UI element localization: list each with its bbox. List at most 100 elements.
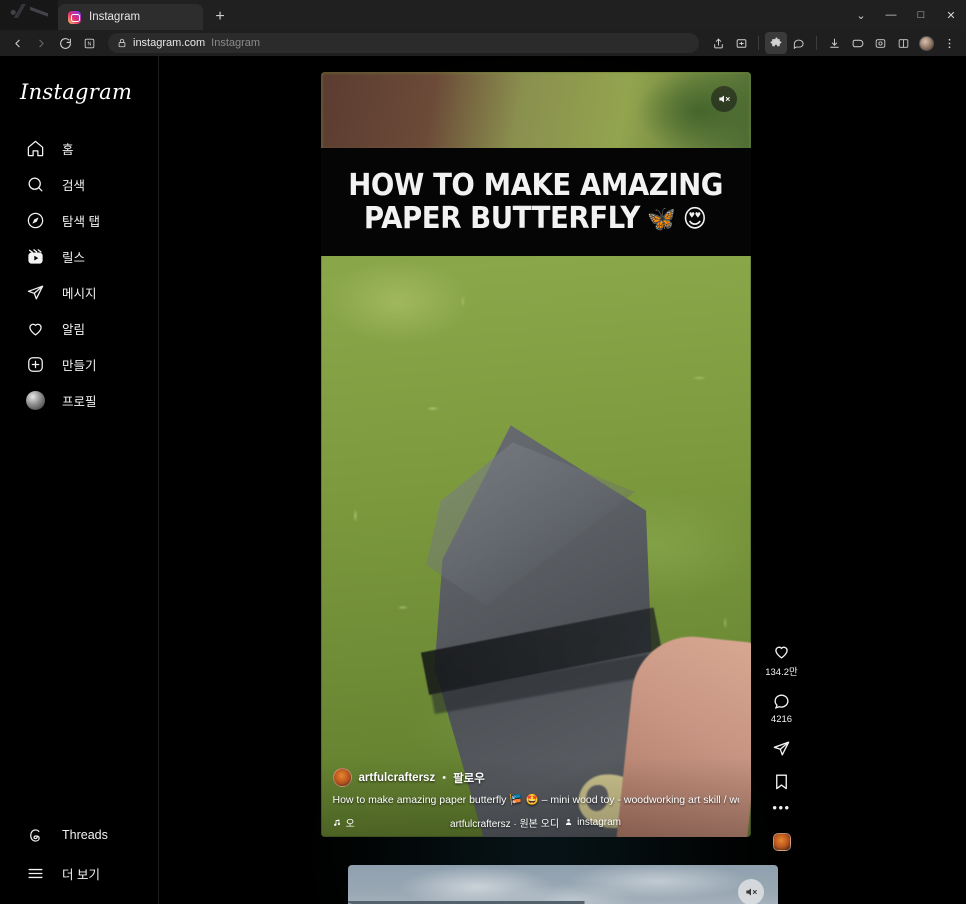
profile-avatar[interactable]	[915, 32, 937, 54]
tab-actions-chevron-icon[interactable]: ⌄	[846, 0, 876, 30]
heart-icon	[772, 642, 791, 661]
like-action[interactable]: 134.2만	[765, 642, 798, 678]
username-separator: •	[442, 771, 447, 784]
refresh-icon[interactable]	[54, 32, 76, 54]
hamburger-icon	[24, 862, 46, 884]
audio-thumbnail-action[interactable]	[772, 825, 791, 851]
paper-plane-icon	[772, 739, 791, 758]
more-action[interactable]: •••	[772, 800, 791, 815]
close-button[interactable]: ✕	[936, 0, 966, 30]
svg-text:N: N	[87, 41, 91, 47]
clouds	[347, 865, 778, 904]
browser-tab-instagram[interactable]: Instagram	[58, 4, 203, 30]
toolbar-divider-2	[816, 36, 817, 50]
sidebar-item-create[interactable]: 만들기	[8, 346, 150, 382]
browser-window: Instagram + ⌄ — □ ✕ N instagram.com Inst…	[0, 0, 966, 904]
split-screen-icon[interactable]	[892, 32, 914, 54]
toolbar-divider	[758, 36, 759, 50]
new-tab-button[interactable]: +	[207, 4, 233, 30]
follow-button[interactable]: 팔로우	[453, 770, 485, 786]
instagram-logo[interactable]: Instagram	[0, 74, 158, 130]
copilot-icon[interactable]	[788, 32, 810, 54]
screenshot-icon[interactable]	[869, 32, 891, 54]
sidebar-item-home[interactable]: 홈	[8, 130, 150, 166]
save-action[interactable]	[772, 772, 791, 791]
titlebar-decoration	[0, 0, 58, 30]
bookmark-icon	[772, 772, 791, 791]
comment-action[interactable]: 4216	[771, 692, 792, 725]
avatar[interactable]	[332, 768, 352, 788]
caption-rest: – mini wood toy - woodworking art skill …	[541, 794, 739, 807]
sidebar-item-messages[interactable]: 메시지	[8, 274, 150, 310]
page-content: Instagram 홈 검색 탐색 탭 릴스 메시지 알림 만들기 프로필 Th…	[0, 56, 966, 904]
maximize-button[interactable]: □	[906, 0, 936, 30]
instagram-sidebar: Instagram 홈 검색 탐색 탭 릴스 메시지 알림 만들기 프로필 Th…	[0, 56, 159, 904]
reel-action-rail: 134.2만 4216 •••	[759, 72, 805, 851]
sidebar-item-reels[interactable]: 릴스	[8, 238, 150, 274]
mute-button[interactable]	[710, 86, 737, 112]
sidebar-item-search[interactable]: 검색	[8, 166, 150, 202]
tab-strip: Instagram +	[58, 0, 233, 30]
sidebar-item-threads[interactable]: Threads	[8, 816, 150, 854]
reel-audio-row[interactable]: 오 artfulcraftersz · 원본 오디 instagram	[333, 815, 739, 830]
sidebar-label-notifications: 알림	[62, 322, 86, 337]
share-icon[interactable]	[707, 32, 729, 54]
reel-user-row: artfulcraftersz • 팔로우	[332, 768, 739, 788]
caption-emoji-1: 🎏	[509, 794, 523, 807]
settings-menu-icon[interactable]	[938, 32, 960, 54]
sidebar-item-notifications[interactable]: 알림	[8, 310, 150, 346]
collections-icon[interactable]	[730, 32, 752, 54]
reel-caption: How to make amazing paper butterfly 🎏 🤩 …	[333, 794, 739, 808]
heart-icon	[24, 317, 46, 339]
reel-item: HOW TO MAKE AMAZING PAPER BUTTERFLY 🦋 😍	[320, 72, 805, 851]
profile-avatar-image	[25, 390, 45, 410]
instagram-favicon	[68, 10, 81, 24]
share-action[interactable]	[772, 739, 791, 758]
minimize-button[interactable]: —	[876, 0, 906, 30]
reading-mode-icon[interactable]: N	[78, 32, 100, 54]
sidebar-bottom-list: Threads 더 보기	[0, 816, 158, 892]
compass-icon	[24, 209, 46, 231]
address-bar[interactable]: instagram.com Instagram	[108, 33, 699, 53]
reel-username[interactable]: artfulcraftersz	[359, 772, 436, 784]
reel-item-next[interactable]	[347, 865, 778, 904]
like-count: 134.2만	[765, 667, 798, 678]
back-arrow-icon[interactable]	[6, 32, 28, 54]
more-dots-icon: •••	[772, 800, 791, 815]
plus-square-icon	[24, 353, 46, 375]
window-controls: ⌄ — □ ✕	[846, 0, 966, 30]
butterfly-emoji: 🦋	[647, 203, 677, 233]
reel-video[interactable]: HOW TO MAKE AMAZING PAPER BUTTERFLY 🦋 😍	[320, 72, 751, 837]
tab-title: Instagram	[89, 11, 141, 23]
browser-essentials-icon[interactable]	[846, 32, 868, 54]
caption-text: How to make amazing paper butterfly	[332, 794, 507, 807]
sidebar-nav-list: 홈 검색 탐색 탭 릴스 메시지 알림 만들기 프로필	[0, 130, 158, 418]
toolbar-actions	[707, 32, 960, 54]
comment-icon	[772, 692, 791, 711]
downloads-icon[interactable]	[823, 32, 845, 54]
address-bar-subtitle: Instagram	[211, 37, 261, 49]
video-title-line-1: HOW TO MAKE AMAZING	[348, 167, 723, 203]
sidebar-item-more[interactable]: 더 보기	[8, 854, 150, 892]
reels-icon	[24, 245, 46, 267]
address-bar-url: instagram.com	[133, 37, 206, 49]
extensions-icon[interactable]	[765, 32, 787, 54]
audio-left: 오	[333, 815, 355, 830]
mute-button-next-reel[interactable]	[737, 879, 764, 904]
person-icon	[564, 818, 572, 826]
sidebar-label-reels: 릴스	[62, 250, 86, 265]
threads-icon	[24, 824, 46, 846]
home-icon	[24, 137, 46, 159]
audio-attribution[interactable]: artfulcraftersz · 원본 오디 instagram	[450, 815, 621, 830]
sidebar-label-explore: 탐색 탭	[62, 214, 100, 229]
audio-thumbnail	[772, 833, 791, 851]
sidebar-item-explore[interactable]: 탐색 탭	[8, 202, 150, 238]
sidebar-item-profile[interactable]: 프로필	[8, 382, 150, 418]
messenger-icon	[24, 281, 46, 303]
sidebar-label-profile: 프로필	[62, 394, 97, 409]
sidebar-label-messages: 메시지	[62, 286, 97, 301]
forward-arrow-icon[interactable]	[30, 32, 52, 54]
profile-avatar	[24, 389, 46, 411]
audio-account-name: instagram	[577, 816, 621, 828]
